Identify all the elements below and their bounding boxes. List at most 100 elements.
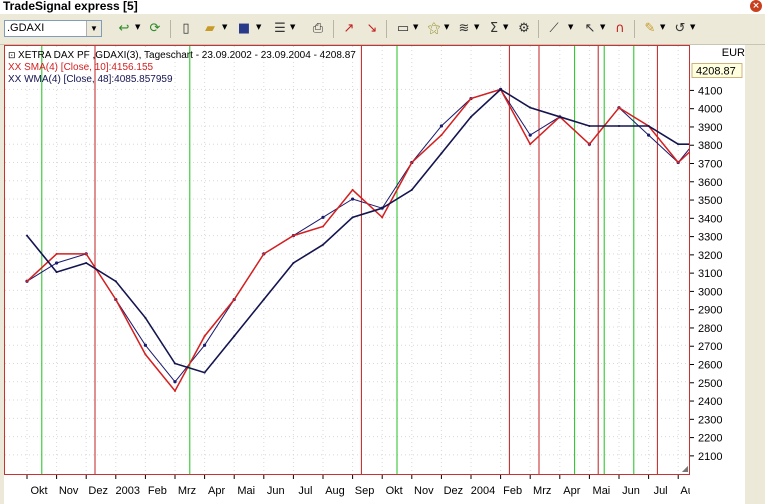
chevron-down-icon[interactable]: ▼ [474,23,479,31]
wma-point [470,115,472,118]
y-tick-label: 3200 [698,250,722,262]
chevron-down-icon[interactable]: ▼ [690,23,695,31]
magnet-icon[interactable]: ∩ [612,21,628,37]
vertical-scrollbar[interactable] [745,45,765,504]
sma-point [233,298,236,301]
chevron-down-icon[interactable]: ▼ [135,23,140,31]
sma-point [144,353,147,356]
sma-point [262,252,265,255]
price-point [321,215,325,219]
sma-point [588,143,591,146]
wma-point [351,216,354,219]
chevron-down-icon[interactable]: ▼ [600,23,605,31]
pointer-icon[interactable]: ↖ [582,21,598,37]
wma-point [292,262,295,264]
sma-point [677,161,680,164]
legend-marker-icon: ⊡ [8,50,19,60]
toolbar-separator [538,20,539,38]
x-tick-label: Feb [503,485,522,497]
sma-point [529,143,532,146]
x-tick-label: Mai [593,485,611,497]
strategy-icon[interactable]: ≋ [456,21,472,37]
x-tick-label: Mrz [178,485,196,497]
properties-icon[interactable]: ☰ [272,21,288,37]
y-tick-label: 2500 [698,378,722,390]
currency-label: EUR [721,47,745,59]
wma-point [174,362,176,365]
wma-point [588,124,591,127]
x-tick-label: Apr [208,485,225,497]
x-axis-ticks: Okt Nov Dez 2003 Feb Mrz Apr Mai Jun Jul Aug Sep Okt… [26,475,690,497]
x-tick-label: Mrz [533,485,551,497]
settings-icon[interactable]: ⚙ [516,21,532,37]
toolbar-separator [634,20,635,38]
wma-point [322,243,324,246]
window-title: TradeSignal express [5] [3,0,138,13]
wma-point [144,316,147,319]
chevron-down-icon[interactable]: ▼ [660,23,665,31]
toolbar-separator [333,20,334,38]
x-tick-label: Nov [59,485,79,497]
sma-point [322,225,324,228]
indicator-icon[interactable]: ⚝ [426,21,442,37]
chart-sell-icon[interactable]: ↗ [341,21,357,37]
draw-line-icon[interactable]: ⟋ [546,21,562,37]
y-tick-label: 3300 [698,232,722,244]
y-tick-label: 4100 [698,85,722,97]
chart-legend: ⊡ XETRA DAX PF ,GDAXI(3), Tageschart - 2… [8,49,356,86]
new-document-icon[interactable]: ▯ [178,21,194,37]
chevron-down-icon[interactable]: ▼ [503,23,508,31]
y-tick-label: 3000 [698,286,722,298]
open-folder-icon[interactable]: ▰ [202,21,218,37]
symbol-select-value: .GDAXI [7,22,45,34]
chevron-down-icon[interactable]: ▼ [290,23,295,31]
notes-icon[interactable]: ✎ [642,21,658,37]
symbol-select[interactable]: .GDAXI ▼ [4,20,102,37]
wma-point [440,152,443,155]
y-tick-label: 2300 [698,414,722,426]
title-bar: TradeSignal express [5] × [0,0,765,14]
x-tick-label: Nov [414,485,434,497]
y-tick-label: 2800 [698,323,722,335]
y-tick-label: 4000 [698,104,722,116]
window-layout-icon[interactable]: ▭ [395,21,411,37]
x-axis[interactable]: Okt Nov Dez 2003 Feb Mrz Apr Mai Jun Jul Aug Sep Okt… [4,475,690,504]
wma-point [114,280,117,283]
chevron-down-icon[interactable]: ▼ [222,23,227,31]
y-tick-label: 3700 [698,159,722,171]
y-tick-label: 2900 [698,305,722,317]
chevron-down-icon[interactable]: ▼ [568,23,573,31]
sma-point [203,335,206,338]
save-icon[interactable]: ■ [236,21,252,37]
price-point [439,124,443,128]
wma-point [529,106,532,109]
close-icon[interactable]: × [750,0,762,12]
chevron-down-icon[interactable]: ▼ [444,23,449,31]
y-tick-label: 3900 [698,122,722,134]
sma-point [470,97,472,100]
y-tick-label: 3500 [698,195,722,207]
print-icon[interactable]: ⎙ [310,21,326,37]
sum-icon[interactable]: Σ [486,21,502,37]
chevron-down-icon[interactable]: ▼ [86,21,101,36]
x-tick-label: Okt [386,485,403,497]
back-arrow-icon[interactable]: ↩ [116,21,132,37]
x-tick-label: 2004 [471,485,495,497]
chart-buy-icon[interactable]: ↘ [364,21,380,37]
wma-point [677,143,680,146]
refresh-icon[interactable]: ⟳ [147,21,163,37]
wma-point [558,115,561,118]
chevron-down-icon[interactable]: ▼ [413,23,418,31]
legend-wma: XX WMA(4) [Close, 48]:4085.857959 [8,74,173,85]
chevron-down-icon[interactable]: ▼ [256,23,261,31]
wma-point [26,234,28,237]
x-tick-label: Aug [325,485,345,497]
wma-point [55,271,58,274]
resize-grip-icon[interactable]: ◢ [682,464,688,473]
wma-point [85,262,88,264]
sma-point [351,188,354,191]
x-tick-label: Jun [622,485,640,497]
toolbar-separator [170,20,171,38]
undo-icon[interactable]: ↺ [672,21,688,37]
chart-area[interactable]: ◢ [4,45,690,475]
